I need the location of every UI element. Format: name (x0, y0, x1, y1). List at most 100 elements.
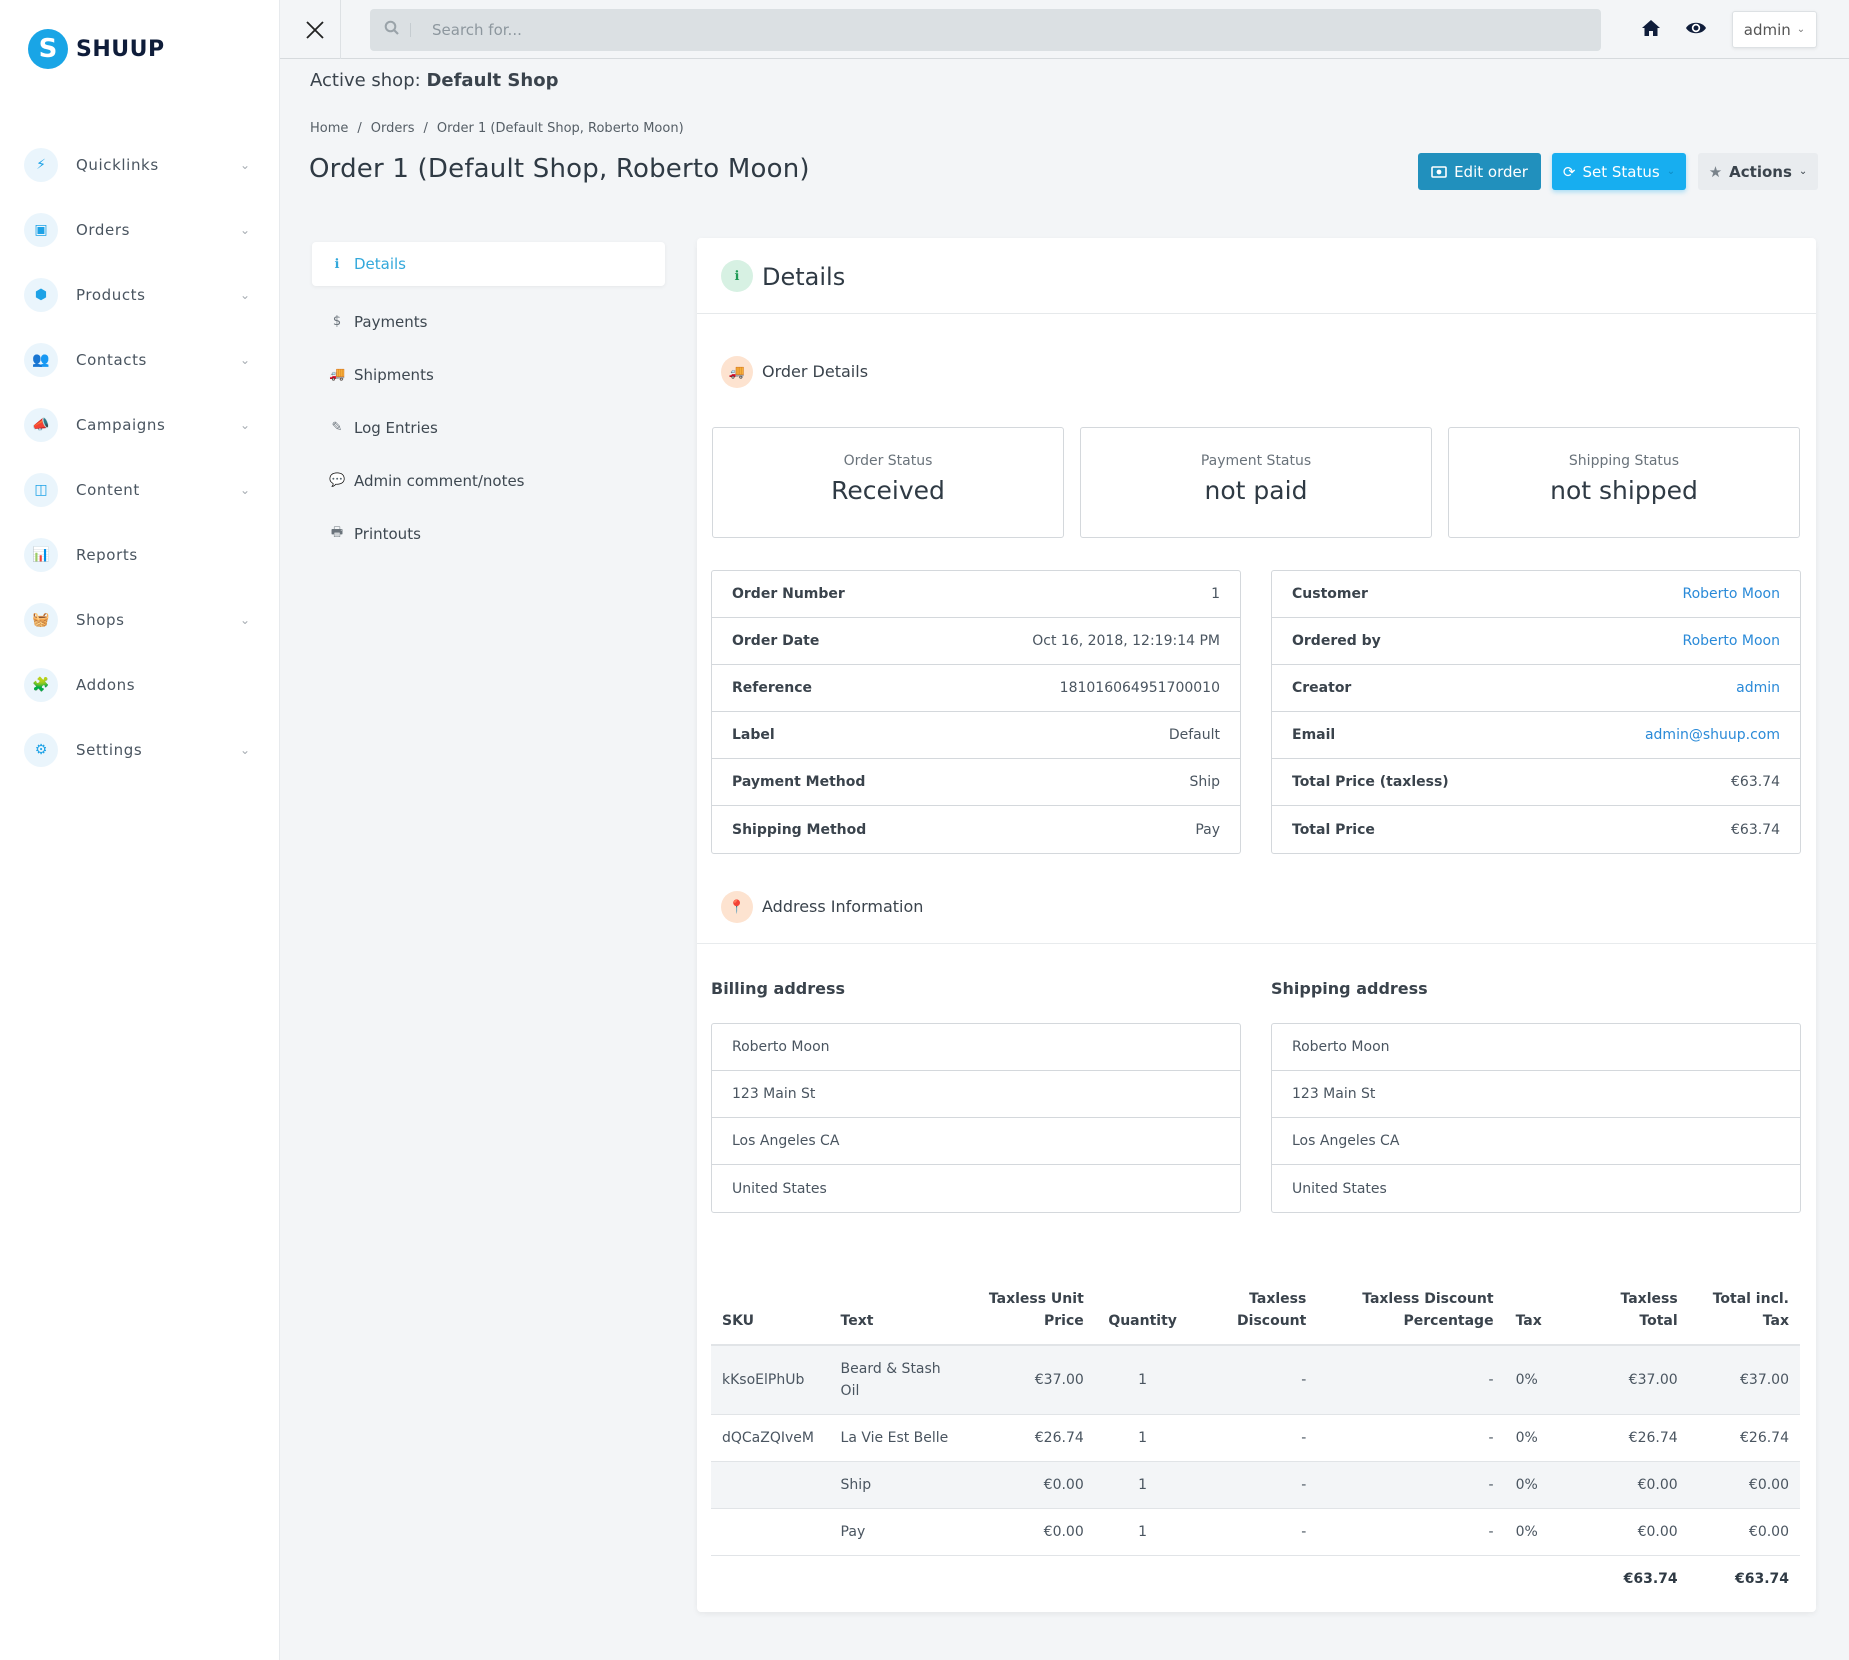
info-value-link[interactable]: Roberto Moon (1682, 633, 1780, 649)
info-key: Total Price (taxless) (1292, 774, 1449, 790)
info-row: Payment Method Ship (712, 759, 1240, 806)
sidebar-item-label: Campaigns (76, 415, 166, 434)
home-icon[interactable] (1641, 18, 1661, 38)
search-icon (384, 20, 399, 35)
sidebar-item-quicklinks[interactable]: ⚡ Quicklinks ⌄ (0, 132, 280, 197)
breadcrumb-separator: / (357, 121, 362, 136)
sidebar-item-addons[interactable]: 🧩 Addons (0, 652, 280, 717)
sidebar-item-label: Products (76, 285, 146, 304)
sidebar-item-label: Shops (76, 610, 125, 629)
user-name: admin (1743, 20, 1791, 39)
info-row: Total Price €63.74 (1272, 806, 1800, 853)
totals-row: €63.74 €63.74 (711, 1555, 1800, 1602)
sidebar-item-orders[interactable]: ▣ Orders ⌄ (0, 197, 280, 262)
table-cell: - (1317, 1414, 1505, 1462)
tab-printouts[interactable]: 🖶 Printouts (312, 507, 665, 560)
table-cell: €26.74 (1688, 1414, 1800, 1462)
bar-chart-icon: 📊 (24, 537, 58, 572)
info-row: Creator admin (1272, 665, 1800, 712)
table-row: dQCaZQIveM La Vie Est Belle €26.74 1- -0% €26… (711, 1414, 1800, 1462)
sidebar-item-products[interactable]: ⬢ Products ⌄ (0, 262, 280, 327)
table-cell: - (1190, 1461, 1318, 1509)
chevron-down-icon[interactable]: ⌄ (240, 353, 250, 367)
table-cell: - (1317, 1508, 1505, 1556)
column-header: Tax (1504, 1266, 1567, 1346)
actions-button[interactable]: ★ Actions ⌄ (1698, 153, 1818, 190)
truck-icon: 🚚 (329, 367, 346, 382)
tab-shipments[interactable]: 🚚 Shipments (312, 348, 665, 401)
sidebar-item-content[interactable]: ◫ Content ⌄ (0, 457, 280, 522)
shuup-logo[interactable]: S SHUUP (28, 29, 165, 69)
sidebar-item-campaigns[interactable]: 📣 Campaigns ⌄ (0, 392, 280, 457)
info-value-link[interactable]: admin (1736, 680, 1780, 696)
active-shop-name: Default Shop (426, 70, 559, 91)
breadcrumb-current: Order 1 (Default Shop, Roberto Moon) (436, 121, 684, 136)
chevron-down-icon[interactable]: ⌄ (240, 418, 250, 432)
sidebar-item-settings[interactable]: ⚙ Settings ⌄ (0, 717, 280, 782)
sidebar-item-shops[interactable]: 🧺 Shops ⌄ (0, 587, 280, 652)
chevron-down-icon[interactable]: ⌄ (240, 483, 250, 497)
tab-log-entries[interactable]: ✎ Log Entries (312, 401, 665, 454)
edit-order-label: Edit order (1454, 162, 1528, 181)
chevron-down-icon[interactable]: ⌄ (240, 613, 250, 627)
info-value: €63.74 (1731, 821, 1780, 838)
tab-label: Payments (354, 312, 428, 331)
chevron-down-icon[interactable]: ⌄ (240, 223, 250, 237)
info-value: 181016064951700010 (1059, 680, 1220, 696)
info-row: Order Date Oct 16, 2018, 12:19:14 PM (712, 618, 1240, 665)
table-cell: 0% (1504, 1414, 1567, 1462)
info-row: Reference 181016064951700010 (712, 665, 1240, 712)
page-title: Order 1 (Default Shop, Roberto Moon) (309, 154, 810, 184)
address-info-title: Address Information (762, 897, 924, 916)
chevron-down-icon[interactable]: ⌄ (240, 743, 250, 757)
column-header: Taxless Unit Price (973, 1266, 1095, 1346)
active-shop-prefix: Active shop: (310, 70, 421, 91)
empty-cell (1095, 1555, 1191, 1602)
user-menu-button[interactable]: admin ⌄ (1732, 11, 1817, 48)
address-line: Los Angeles CA (712, 1118, 1240, 1165)
payment-status-value: not paid (1204, 476, 1308, 505)
breadcrumb-orders[interactable]: Orders (371, 121, 415, 136)
tab-payments[interactable]: $ Payments (312, 295, 665, 348)
table-cell: €0.00 (1566, 1508, 1689, 1556)
info-key: Shipping Method (732, 821, 867, 838)
sidebar-item-contacts[interactable]: 👥 Contacts ⌄ (0, 327, 280, 392)
top-bar: admin ⌄ (280, 0, 1849, 59)
tab-label: Details (354, 255, 407, 273)
info-value-link[interactable]: admin@shuup.com (1645, 727, 1780, 743)
close-menu-button[interactable] (300, 15, 330, 45)
info-row: Shipping Method Pay (712, 806, 1240, 853)
sidebar-item-reports[interactable]: 📊 Reports (0, 522, 280, 587)
chevron-down-icon[interactable]: ⌄ (240, 158, 250, 172)
table-cell: €0.00 (1688, 1461, 1800, 1509)
breadcrumb-home[interactable]: Home (310, 121, 348, 136)
column-header: Text (829, 1266, 974, 1346)
set-status-button[interactable]: ⟳ Set Status ⌄ (1552, 153, 1686, 190)
info-key: Order Number (732, 586, 845, 602)
search-input[interactable] (432, 9, 1582, 51)
breadcrumb: Home / Orders / Order 1 (Default Shop, R… (310, 121, 684, 136)
panel-header: ℹ Details (697, 238, 1816, 314)
tab-admin-comments[interactable]: 💬 Admin comment/notes (312, 454, 665, 507)
info-row: Ordered by Roberto Moon (1272, 618, 1800, 665)
table-cell: €0.00 (1566, 1461, 1689, 1509)
order-section-nav: ℹ Details $ Payments 🚚 Shipments ✎ Log Entries 💬… (312, 242, 665, 560)
empty-cell (711, 1555, 830, 1602)
edit-order-button[interactable]: Edit order (1418, 153, 1541, 190)
refresh-icon: ⟳ (1562, 162, 1576, 181)
address-line: United States (1292, 1180, 1387, 1197)
address-line: Los Angeles CA (1272, 1118, 1800, 1165)
info-value-link[interactable]: Roberto Moon (1682, 586, 1780, 602)
column-header: SKU (711, 1266, 830, 1346)
info-key: Label (732, 727, 775, 743)
table-cell: kKsoElPhUb (711, 1345, 830, 1415)
address-line: Roberto Moon (1272, 1024, 1800, 1071)
tab-details[interactable]: ℹ Details (312, 242, 665, 286)
info-value: Pay (1195, 821, 1220, 838)
table-header-row: SKU Text Taxless Unit Price Quantity Taxless… (711, 1266, 1800, 1346)
table-cell: - (1190, 1414, 1318, 1462)
chevron-down-icon[interactable]: ⌄ (240, 288, 250, 302)
eye-icon[interactable] (1685, 18, 1707, 38)
info-value: 1 (1211, 586, 1220, 602)
address-line: Roberto Moon (712, 1024, 1240, 1071)
